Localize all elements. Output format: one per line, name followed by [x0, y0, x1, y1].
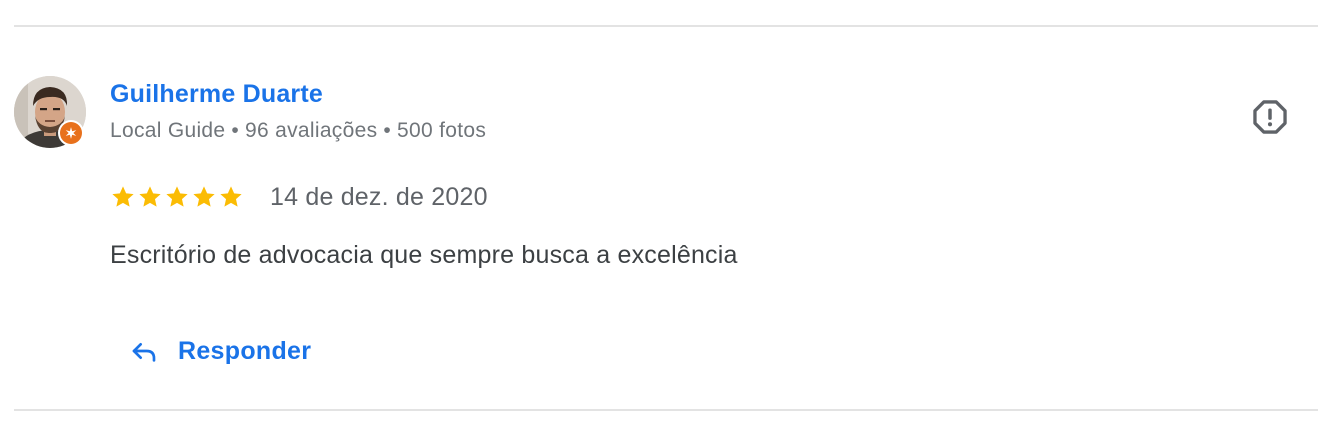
review-text: Escritório de advocacia que sempre busca…	[110, 241, 738, 269]
reviewer-level: Local Guide	[110, 119, 226, 142]
reviews-count: 96 avaliações	[245, 119, 378, 142]
reply-label: Responder	[178, 336, 312, 365]
star-icon	[166, 186, 188, 207]
reviewer-meta: Local Guide • 96 avaliações • 500 fotos	[110, 119, 486, 143]
reply-button[interactable]: Responder	[112, 324, 329, 378]
star-icon	[139, 186, 161, 207]
bottom-divider	[14, 409, 1318, 411]
star-icon	[220, 186, 242, 207]
local-guide-star-icon	[60, 122, 82, 144]
meta-separator: •	[231, 119, 240, 142]
star-icon	[112, 186, 134, 207]
photos-count: 500 fotos	[397, 119, 487, 142]
rating-row: 14 de dez. de 2020	[110, 180, 488, 214]
reviewer-avatar[interactable]	[14, 76, 86, 148]
top-divider	[14, 25, 1318, 27]
reply-arrow-icon	[132, 343, 156, 362]
review-date: 14 de dez. de 2020	[270, 182, 488, 211]
star-icon	[193, 186, 215, 207]
report-review-button[interactable]	[1248, 95, 1292, 139]
reviewer-name[interactable]: Guilherme Duarte	[110, 80, 323, 109]
meta-separator: •	[383, 119, 392, 142]
star-rating	[110, 184, 244, 210]
review-card: Guilherme Duarte Local Guide • 96 avaliaçõ…	[0, 0, 1326, 434]
report-exclamation-icon	[1253, 100, 1287, 134]
local-guide-badge	[58, 120, 84, 146]
